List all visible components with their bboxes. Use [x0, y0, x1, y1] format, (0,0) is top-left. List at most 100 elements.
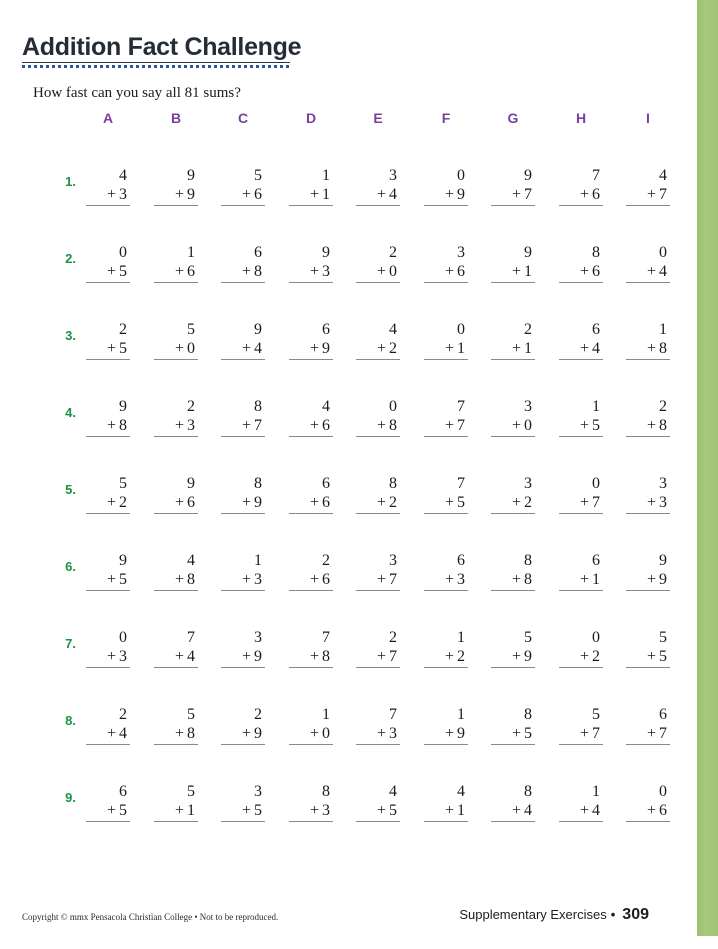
addition-problem: 9 +4 — [221, 320, 265, 360]
plus-operator-icon: + — [511, 725, 521, 742]
addition-problem: 8 +4 — [491, 782, 535, 822]
addend-top: 2 — [119, 321, 127, 338]
addend-bottom-with-operator: +4 — [86, 724, 130, 745]
addend-top: 6 — [254, 244, 262, 261]
problem-row: 9. 6 +5 5 +1 3 +5 8 +3 4 +5 4 +1 8 +4 1 +4 0 +6 — [0, 752, 697, 829]
addend-value: 5 — [592, 417, 600, 434]
addend-value: 9 — [659, 571, 667, 588]
addend-value: 3 — [254, 571, 262, 588]
plus-operator-icon: + — [579, 340, 589, 357]
addend-top: 2 — [389, 244, 397, 261]
title-rule — [22, 62, 290, 63]
addition-problem: 7 +7 — [424, 397, 468, 437]
addition-problem: 6 +9 — [289, 320, 333, 360]
addend-value: 4 — [659, 263, 667, 280]
addition-problem: 1 +3 — [221, 551, 265, 591]
addend-top: 3 — [254, 629, 262, 646]
addend-top: 0 — [592, 629, 600, 646]
plus-operator-icon: + — [106, 417, 116, 434]
problem-row: 8. 2 +4 5 +8 2 +9 1 +0 7 +3 1 +9 8 +5 5 +7 6 +7 — [0, 675, 697, 752]
plus-operator-icon: + — [579, 186, 589, 203]
addend-value: 9 — [322, 340, 330, 357]
addend-bottom-with-operator: +1 — [289, 185, 333, 206]
plus-operator-icon: + — [309, 186, 319, 203]
column-header-b: B — [170, 110, 182, 126]
plus-operator-icon: + — [579, 571, 589, 588]
addition-problem: 9 +9 — [154, 166, 198, 206]
plus-operator-icon: + — [376, 340, 386, 357]
addend-top: 0 — [119, 244, 127, 261]
row-number: 1. — [65, 174, 76, 189]
addition-problem: 6 +6 — [289, 474, 333, 514]
addend-bottom-with-operator: +5 — [221, 801, 265, 822]
addend-value: 7 — [457, 417, 465, 434]
plus-operator-icon: + — [174, 417, 184, 434]
addend-top: 3 — [524, 398, 532, 415]
addend-top: 7 — [457, 398, 465, 415]
addition-problem: 9 +5 — [86, 551, 130, 591]
plus-operator-icon: + — [241, 648, 251, 665]
addition-problem: 6 +1 — [559, 551, 603, 591]
addend-value: 9 — [254, 648, 262, 665]
addend-bottom-with-operator: +9 — [424, 724, 468, 745]
addend-value: 4 — [524, 802, 532, 819]
addend-top: 7 — [187, 629, 195, 646]
addend-top: 1 — [457, 706, 465, 723]
plus-operator-icon: + — [646, 494, 656, 511]
plus-operator-icon: + — [511, 340, 521, 357]
addend-bottom-with-operator: +4 — [491, 801, 535, 822]
addend-top: 4 — [119, 167, 127, 184]
addend-top: 9 — [119, 552, 127, 569]
plus-operator-icon: + — [106, 340, 116, 357]
addend-bottom-with-operator: +8 — [154, 724, 198, 745]
addition-problem: 5 +9 — [491, 628, 535, 668]
plus-operator-icon: + — [646, 186, 656, 203]
addend-value: 6 — [592, 263, 600, 280]
column-header-d: D — [305, 110, 317, 126]
addend-value: 6 — [187, 263, 195, 280]
addition-problem: 7 +6 — [559, 166, 603, 206]
addend-bottom-with-operator: +5 — [86, 339, 130, 360]
plus-operator-icon: + — [241, 186, 251, 203]
addition-problem: 0 +2 — [559, 628, 603, 668]
plus-operator-icon: + — [579, 648, 589, 665]
addition-problem: 9 +1 — [491, 243, 535, 283]
column-header-i: I — [646, 110, 650, 126]
addend-top: 6 — [322, 475, 330, 492]
addend-value: 3 — [187, 417, 195, 434]
addend-value: 7 — [592, 494, 600, 511]
addend-top: 0 — [457, 167, 465, 184]
addition-problem: 9 +6 — [154, 474, 198, 514]
addition-problem: 7 +4 — [154, 628, 198, 668]
addend-value: 9 — [457, 725, 465, 742]
plus-operator-icon: + — [646, 340, 656, 357]
addend-value: 6 — [659, 802, 667, 819]
addend-top: 2 — [659, 398, 667, 415]
addend-bottom-with-operator: +3 — [289, 262, 333, 283]
addend-bottom-with-operator: +7 — [221, 416, 265, 437]
plus-operator-icon: + — [646, 417, 656, 434]
plus-operator-icon: + — [174, 802, 184, 819]
page-content: Addition Fact Challenge How fast can you… — [0, 0, 697, 949]
problem-row: 4. 9 +8 2 +3 8 +7 4 +6 0 +8 7 +7 3 +0 1 +5 2 +8 — [0, 367, 697, 444]
addend-top: 1 — [322, 706, 330, 723]
addend-top: 4 — [187, 552, 195, 569]
addend-value: 7 — [389, 648, 397, 665]
addend-bottom-with-operator: +2 — [424, 647, 468, 668]
addition-problem: 0 +8 — [356, 397, 400, 437]
plus-operator-icon: + — [444, 571, 454, 588]
addition-problem: 4 +3 — [86, 166, 130, 206]
addend-bottom-with-operator: +6 — [626, 801, 670, 822]
addend-value: 1 — [457, 340, 465, 357]
addition-problem: 7 +3 — [356, 705, 400, 745]
addend-bottom-with-operator: +1 — [491, 262, 535, 283]
addend-bottom-with-operator: +6 — [289, 416, 333, 437]
addend-bottom-with-operator: +6 — [424, 262, 468, 283]
addition-problem: 0 +1 — [424, 320, 468, 360]
addend-bottom-with-operator: +0 — [491, 416, 535, 437]
addend-bottom-with-operator: +5 — [86, 262, 130, 283]
addend-top: 8 — [524, 706, 532, 723]
addend-value: 9 — [457, 186, 465, 203]
addition-problem: 5 +6 — [221, 166, 265, 206]
plus-operator-icon: + — [106, 725, 116, 742]
